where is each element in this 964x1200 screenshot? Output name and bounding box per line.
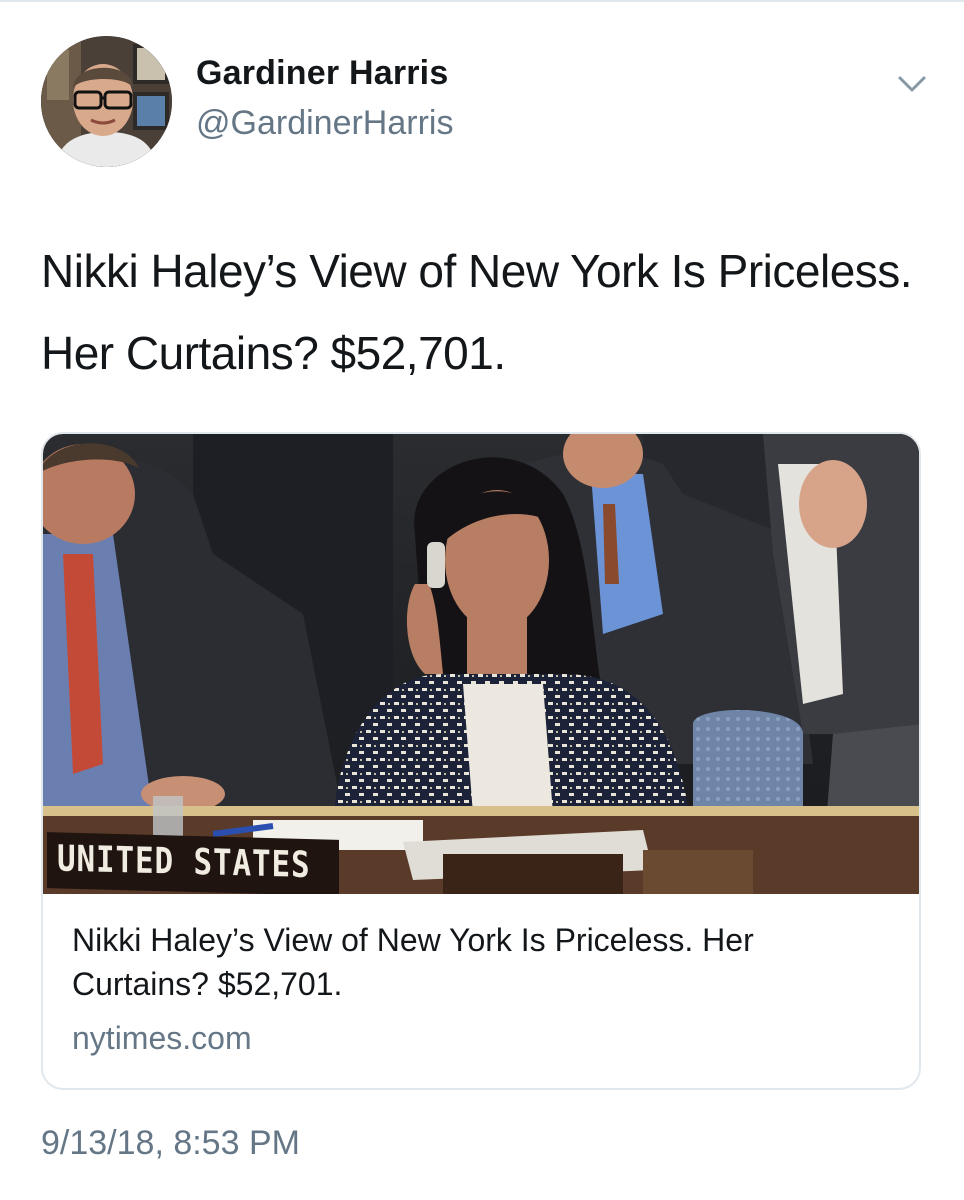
chevron-down-icon[interactable] xyxy=(890,66,934,102)
avatar[interactable] xyxy=(41,36,172,167)
image-placard-text: UNITED STATES xyxy=(57,838,311,887)
link-card[interactable]: UNITED STATES Nikki Haley’s View of New … xyxy=(41,432,921,1090)
card-image[interactable]: UNITED STATES xyxy=(43,434,919,894)
tweet-text: Nikki Haley’s View of New York Is Pricel… xyxy=(41,245,913,379)
card-domain[interactable]: nytimes.com xyxy=(72,1020,252,1057)
image-placard: UNITED STATES xyxy=(47,832,339,894)
tweet-timestamp[interactable]: 9/13/18, 8:53 PM xyxy=(41,1124,300,1163)
card-title[interactable]: Nikki Haley’s View of New York Is Pricel… xyxy=(72,918,872,1006)
author-display-name[interactable]: Gardiner Harris xyxy=(196,54,448,93)
tweet: Gardiner Harris @GardinerHarris Nikki Ha… xyxy=(0,0,964,1200)
author-handle[interactable]: @GardinerHarris xyxy=(196,104,453,143)
